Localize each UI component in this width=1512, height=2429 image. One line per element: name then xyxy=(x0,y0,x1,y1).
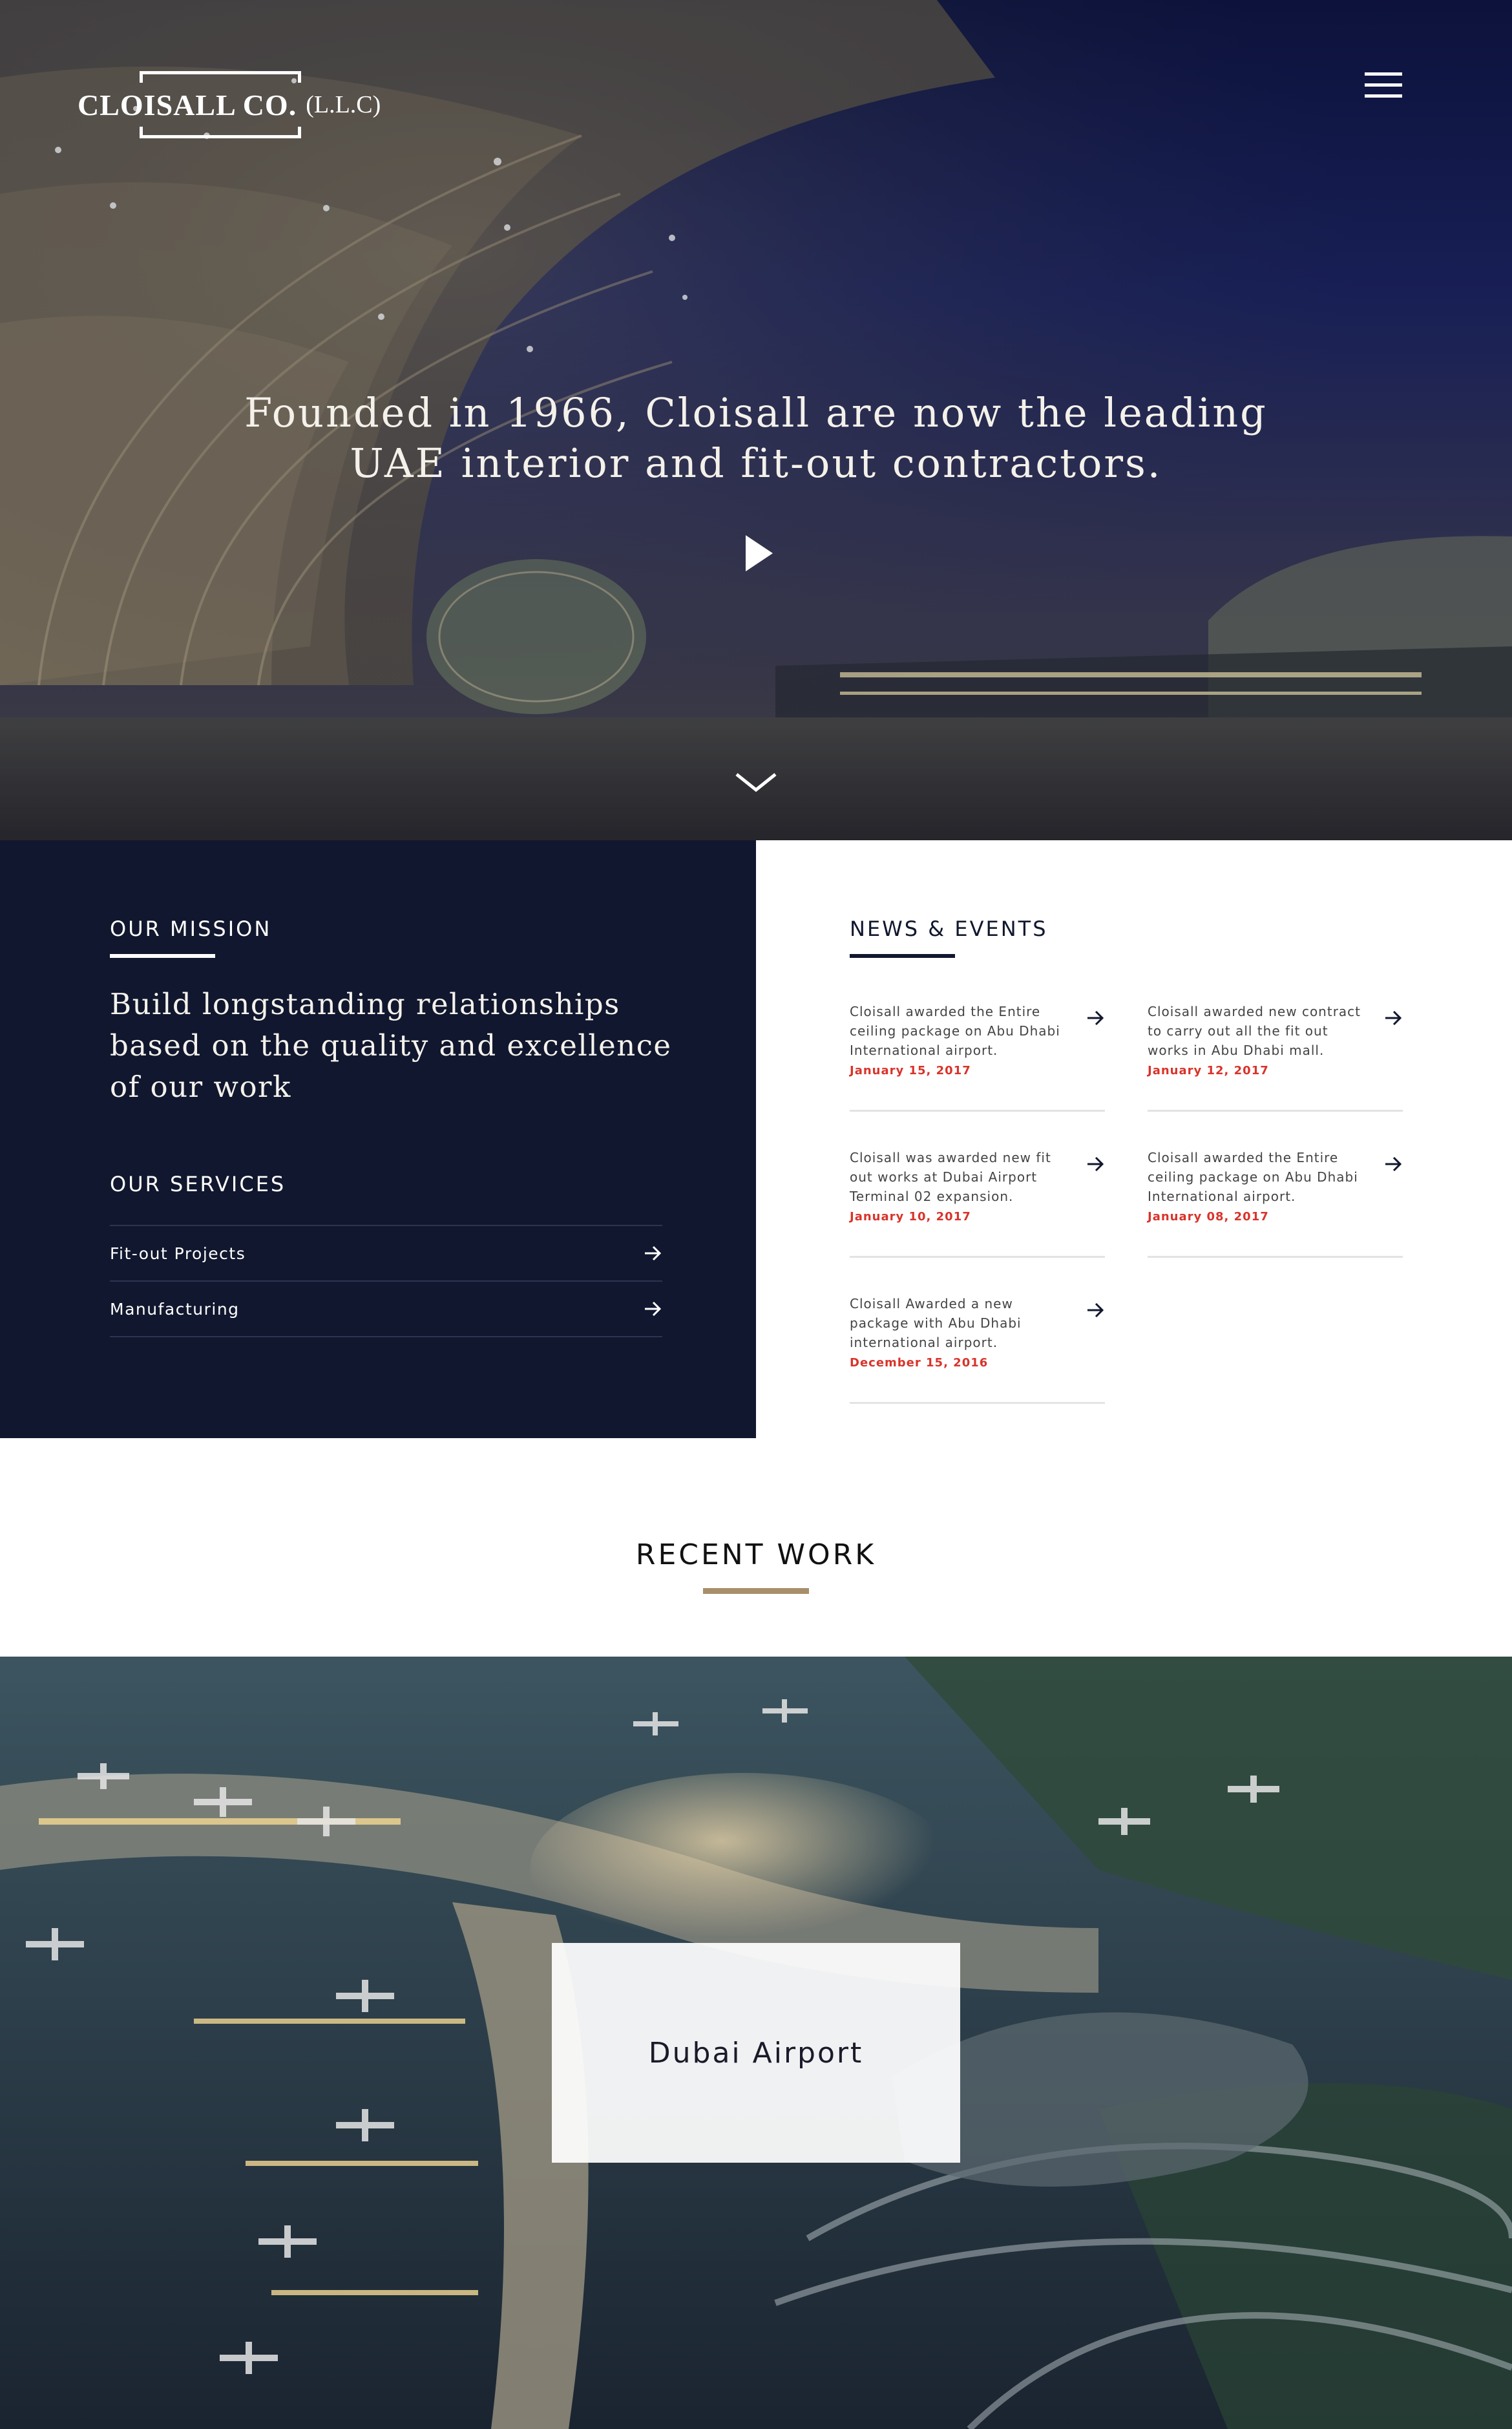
news-item-text: Cloisall was awarded new fit out works a… xyxy=(850,1148,1063,1227)
news-section: NEWS & EVENTS Cloisall awarded the Entir… xyxy=(756,840,1512,1438)
news-item[interactable]: Cloisall awarded the Entire ceiling pack… xyxy=(850,1002,1105,1112)
company-logo[interactable]: CLOISALL CO. (L.L.C) xyxy=(78,71,381,138)
news-item-title: Cloisall awarded new contract to carry o… xyxy=(1148,1004,1361,1058)
news-item[interactable]: Cloisall awarded new contract to carry o… xyxy=(1148,1002,1403,1112)
news-item-text: Cloisall awarded the Entire ceiling pack… xyxy=(1148,1148,1361,1227)
news-item-title: Cloisall awarded the Entire ceiling pack… xyxy=(1148,1150,1358,1204)
mission-heading-underline xyxy=(110,954,215,958)
news-heading: NEWS & EVENTS xyxy=(850,917,1048,941)
arrow-right-icon xyxy=(1087,1302,1104,1318)
mission-statement-line3: of our work xyxy=(110,1070,291,1104)
play-icon[interactable] xyxy=(743,534,775,573)
service-item-fit-out[interactable]: Fit-out Projects xyxy=(110,1226,662,1282)
arrow-right-icon xyxy=(645,1246,662,1261)
mission-statement: Build longstanding relationships based o… xyxy=(110,984,691,1108)
project-title: Dubai Airport xyxy=(648,2036,864,2070)
hero-headline: Founded in 1966, Cloisall are now the le… xyxy=(174,388,1338,489)
menu-icon[interactable] xyxy=(1365,72,1402,98)
news-item-title: Cloisall awarded the Entire ceiling pack… xyxy=(850,1004,1060,1058)
news-item-date: December 15, 2016 xyxy=(850,1356,989,1370)
arrow-right-icon xyxy=(1087,1010,1104,1026)
logo-sub-text: (L.L.C) xyxy=(306,91,381,118)
logo-main-text: CLOISALL CO. xyxy=(78,88,297,122)
news-item-title: Cloisall was awarded new fit out works a… xyxy=(850,1150,1051,1204)
recent-work-section: Dubai Airport xyxy=(0,1657,1512,2429)
service-item-label: Manufacturing xyxy=(110,1299,240,1319)
news-item[interactable]: Cloisall awarded the Entire ceiling pack… xyxy=(1148,1148,1403,1258)
news-item[interactable]: Cloisall Awarded a new package with Abu … xyxy=(850,1294,1105,1404)
arrow-right-icon xyxy=(1385,1010,1402,1026)
logo-frame-bottom xyxy=(140,127,301,138)
services-heading: OUR SERVICES xyxy=(110,1172,286,1196)
news-item[interactable]: Cloisall was awarded new fit out works a… xyxy=(850,1148,1105,1258)
hero-headline-line1: Founded in 1966, Cloisall are now the le… xyxy=(244,389,1268,436)
news-item-date: January 10, 2017 xyxy=(850,1210,971,1224)
news-item-text: Cloisall awarded the Entire ceiling pack… xyxy=(850,1002,1063,1081)
mission-statement-line1: Build longstanding relationships xyxy=(110,987,620,1021)
news-item-text: Cloisall awarded new contract to carry o… xyxy=(1148,1002,1361,1081)
mission-statement-line2: based on the quality and excellence xyxy=(110,1028,672,1063)
service-item-manufacturing[interactable]: Manufacturing xyxy=(110,1282,662,1337)
news-item-title: Cloisall Awarded a new package with Abu … xyxy=(850,1296,1022,1350)
recent-work-underline xyxy=(703,1588,809,1594)
mission-heading: OUR MISSION xyxy=(110,917,272,941)
hero-section: CLOISALL CO. (L.L.C) Founded in 1966, Cl… xyxy=(0,0,1512,840)
service-item-label: Fit-out Projects xyxy=(110,1244,246,1263)
arrow-right-icon xyxy=(1087,1156,1104,1172)
news-heading-underline xyxy=(850,954,955,958)
hero-headline-line2: UAE interior and fit-out contractors. xyxy=(350,440,1162,487)
news-item-text: Cloisall Awarded a new package with Abu … xyxy=(850,1294,1063,1373)
services-list: Fit-out Projects Manufacturing xyxy=(110,1225,662,1337)
mission-section: OUR MISSION Build longstanding relations… xyxy=(0,840,756,1438)
logo-frame-top xyxy=(140,71,301,83)
news-item-date: January 12, 2017 xyxy=(1148,1064,1269,1077)
chevron-down-icon[interactable] xyxy=(734,769,778,795)
news-item-date: January 15, 2017 xyxy=(850,1064,971,1077)
recent-work-heading: RECENT WORK xyxy=(635,1538,877,1571)
news-item-date: January 08, 2017 xyxy=(1148,1210,1269,1224)
project-card-dubai-airport[interactable]: Dubai Airport xyxy=(552,1943,960,2163)
arrow-right-icon xyxy=(1385,1156,1402,1172)
arrow-right-icon xyxy=(645,1301,662,1317)
